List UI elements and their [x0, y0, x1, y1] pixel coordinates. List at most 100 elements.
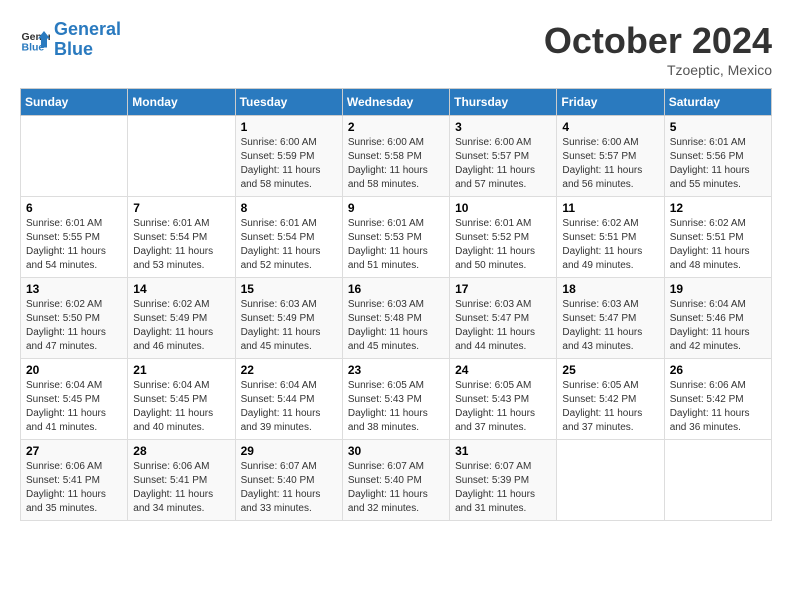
day-info: Sunrise: 6:04 AM Sunset: 5:44 PM Dayligh… — [241, 379, 337, 435]
day-info: Sunrise: 6:01 AM Sunset: 5:54 PM Dayligh… — [241, 217, 337, 273]
day-cell: 24 Sunrise: 6:05 AM Sunset: 5:43 PM Dayli… — [450, 359, 557, 440]
day-info: Sunrise: 6:02 AM Sunset: 5:49 PM Dayligh… — [133, 298, 229, 354]
week-row-4: 20 Sunrise: 6:04 AM Sunset: 5:45 PM Dayli… — [21, 359, 772, 440]
day-cell: 13Sunrise: 6:02 AM Sunset: 5:50 PM Dayli… — [21, 278, 128, 359]
calendar-table: SundayMondayTuesdayWednesdayThursdayFrid… — [20, 88, 772, 521]
day-cell — [664, 440, 771, 521]
day-cell — [557, 440, 664, 521]
day-number: 4 — [562, 120, 658, 134]
logo: General Blue General Blue — [20, 20, 121, 60]
day-cell: 4 Sunrise: 6:00 AM Sunset: 5:57 PM Daylig… — [557, 116, 664, 197]
day-info: Sunrise: 6:05 AM Sunset: 5:42 PM Dayligh… — [562, 379, 658, 435]
day-info: Sunrise: 6:01 AM Sunset: 5:55 PM Dayligh… — [26, 217, 122, 273]
header-row: SundayMondayTuesdayWednesdayThursdayFrid… — [21, 89, 772, 116]
day-number: 31 — [455, 444, 551, 458]
title-block: October 2024 Tzoeptic, Mexico — [544, 20, 772, 78]
day-info: Sunrise: 6:05 AM Sunset: 5:43 PM Dayligh… — [348, 379, 444, 435]
day-cell: 10Sunrise: 6:01 AM Sunset: 5:52 PM Dayli… — [450, 197, 557, 278]
day-cell: 8Sunrise: 6:01 AM Sunset: 5:54 PM Daylig… — [235, 197, 342, 278]
day-cell: 16 Sunrise: 6:03 AM Sunset: 5:48 PM Dayli… — [342, 278, 449, 359]
day-info: Sunrise: 6:00 AM Sunset: 5:58 PM Dayligh… — [348, 136, 444, 192]
day-number: 13 — [26, 282, 122, 296]
day-number: 16 — [348, 282, 444, 296]
svg-text:Blue: Blue — [22, 41, 45, 53]
day-info: Sunrise: 6:01 AM Sunset: 5:56 PM Dayligh… — [670, 136, 766, 192]
day-info: Sunrise: 6:00 AM Sunset: 5:57 PM Dayligh… — [562, 136, 658, 192]
day-number: 28 — [133, 444, 229, 458]
logo-text: General Blue — [54, 20, 121, 60]
day-cell: 29Sunrise: 6:07 AM Sunset: 5:40 PM Dayli… — [235, 440, 342, 521]
day-cell: 17 Sunrise: 6:03 AM Sunset: 5:47 PM Dayli… — [450, 278, 557, 359]
day-cell: 19 Sunrise: 6:04 AM Sunset: 5:46 PM Dayli… — [664, 278, 771, 359]
day-cell — [128, 116, 235, 197]
week-row-1: 1 Sunrise: 6:00 AM Sunset: 5:59 PM Daylig… — [21, 116, 772, 197]
day-number: 17 — [455, 282, 551, 296]
day-info: Sunrise: 6:03 AM Sunset: 5:47 PM Dayligh… — [455, 298, 551, 354]
day-info: Sunrise: 6:02 AM Sunset: 5:51 PM Dayligh… — [562, 217, 658, 273]
day-cell: 21 Sunrise: 6:04 AM Sunset: 5:45 PM Dayli… — [128, 359, 235, 440]
page-header: General Blue General Blue October 2024 T… — [20, 20, 772, 78]
month-title: October 2024 — [544, 20, 772, 62]
header-cell-saturday: Saturday — [664, 89, 771, 116]
day-number: 23 — [348, 363, 444, 377]
day-number: 21 — [133, 363, 229, 377]
day-number: 20 — [26, 363, 122, 377]
day-cell: 22 Sunrise: 6:04 AM Sunset: 5:44 PM Dayli… — [235, 359, 342, 440]
day-cell: 3Sunrise: 6:00 AM Sunset: 5:57 PM Daylig… — [450, 116, 557, 197]
day-cell: 1 Sunrise: 6:00 AM Sunset: 5:59 PM Daylig… — [235, 116, 342, 197]
logo-icon: General Blue — [20, 25, 50, 55]
day-number: 15 — [241, 282, 337, 296]
day-cell: 12 Sunrise: 6:02 AM Sunset: 5:51 PM Dayli… — [664, 197, 771, 278]
day-info: Sunrise: 6:03 AM Sunset: 5:48 PM Dayligh… — [348, 298, 444, 354]
day-info: Sunrise: 6:06 AM Sunset: 5:42 PM Dayligh… — [670, 379, 766, 435]
day-cell: 27Sunrise: 6:06 AM Sunset: 5:41 PM Dayli… — [21, 440, 128, 521]
day-cell: 25 Sunrise: 6:05 AM Sunset: 5:42 PM Dayli… — [557, 359, 664, 440]
day-info: Sunrise: 6:07 AM Sunset: 5:40 PM Dayligh… — [241, 460, 337, 516]
day-info: Sunrise: 6:00 AM Sunset: 5:57 PM Dayligh… — [455, 136, 551, 192]
day-info: Sunrise: 6:06 AM Sunset: 5:41 PM Dayligh… — [133, 460, 229, 516]
day-info: Sunrise: 6:01 AM Sunset: 5:54 PM Dayligh… — [133, 217, 229, 273]
day-number: 12 — [670, 201, 766, 215]
day-info: Sunrise: 6:05 AM Sunset: 5:43 PM Dayligh… — [455, 379, 551, 435]
day-number: 9 — [348, 201, 444, 215]
day-number: 25 — [562, 363, 658, 377]
day-cell: 15Sunrise: 6:03 AM Sunset: 5:49 PM Dayli… — [235, 278, 342, 359]
day-info: Sunrise: 6:04 AM Sunset: 5:46 PM Dayligh… — [670, 298, 766, 354]
day-info: Sunrise: 6:07 AM Sunset: 5:39 PM Dayligh… — [455, 460, 551, 516]
day-cell: 18 Sunrise: 6:03 AM Sunset: 5:47 PM Dayli… — [557, 278, 664, 359]
day-info: Sunrise: 6:04 AM Sunset: 5:45 PM Dayligh… — [26, 379, 122, 435]
day-number: 10 — [455, 201, 551, 215]
day-number: 19 — [670, 282, 766, 296]
day-number: 26 — [670, 363, 766, 377]
location-text: Tzoeptic, Mexico — [544, 62, 772, 78]
day-number: 24 — [455, 363, 551, 377]
week-row-2: 6 Sunrise: 6:01 AM Sunset: 5:55 PM Daylig… — [21, 197, 772, 278]
day-cell: 7Sunrise: 6:01 AM Sunset: 5:54 PM Daylig… — [128, 197, 235, 278]
header-cell-tuesday: Tuesday — [235, 89, 342, 116]
day-number: 30 — [348, 444, 444, 458]
day-info: Sunrise: 6:03 AM Sunset: 5:47 PM Dayligh… — [562, 298, 658, 354]
header-cell-friday: Friday — [557, 89, 664, 116]
day-cell: 6 Sunrise: 6:01 AM Sunset: 5:55 PM Daylig… — [21, 197, 128, 278]
day-number: 1 — [241, 120, 337, 134]
day-info: Sunrise: 6:06 AM Sunset: 5:41 PM Dayligh… — [26, 460, 122, 516]
day-cell: 31 Sunrise: 6:07 AM Sunset: 5:39 PM Dayli… — [450, 440, 557, 521]
day-number: 11 — [562, 201, 658, 215]
day-cell — [21, 116, 128, 197]
day-cell: 28 Sunrise: 6:06 AM Sunset: 5:41 PM Dayli… — [128, 440, 235, 521]
day-number: 22 — [241, 363, 337, 377]
day-number: 5 — [670, 120, 766, 134]
week-row-5: 27Sunrise: 6:06 AM Sunset: 5:41 PM Dayli… — [21, 440, 772, 521]
header-cell-monday: Monday — [128, 89, 235, 116]
day-number: 6 — [26, 201, 122, 215]
day-info: Sunrise: 6:00 AM Sunset: 5:59 PM Dayligh… — [241, 136, 337, 192]
week-row-3: 13Sunrise: 6:02 AM Sunset: 5:50 PM Dayli… — [21, 278, 772, 359]
day-cell: 5 Sunrise: 6:01 AM Sunset: 5:56 PM Daylig… — [664, 116, 771, 197]
day-number: 18 — [562, 282, 658, 296]
day-info: Sunrise: 6:02 AM Sunset: 5:51 PM Dayligh… — [670, 217, 766, 273]
header-cell-thursday: Thursday — [450, 89, 557, 116]
logo-line2: Blue — [54, 39, 93, 59]
day-cell: 23 Sunrise: 6:05 AM Sunset: 5:43 PM Dayli… — [342, 359, 449, 440]
day-cell: 2Sunrise: 6:00 AM Sunset: 5:58 PM Daylig… — [342, 116, 449, 197]
day-info: Sunrise: 6:04 AM Sunset: 5:45 PM Dayligh… — [133, 379, 229, 435]
